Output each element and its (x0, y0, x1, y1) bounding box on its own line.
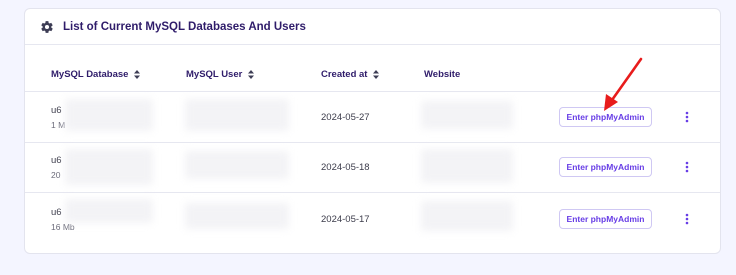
column-header-user-label: MySQL User (186, 69, 243, 80)
created-date: 2024-05-27 (321, 112, 370, 123)
sort-icon[interactable] (373, 70, 380, 79)
enter-phpmyadmin-button[interactable]: Enter phpMyAdmin (559, 107, 652, 127)
redacted-database-name (65, 99, 153, 131)
table-header: MySQL Database MySQL User Created at Web… (25, 61, 720, 92)
more-options-icon[interactable] (682, 212, 692, 226)
redacted-database-name (65, 149, 153, 185)
card-title: List of Current MySQL Databases And User… (63, 20, 306, 33)
database-size: 16 Mb (51, 222, 75, 232)
column-header-database-label: MySQL Database (51, 69, 129, 80)
redacted-website (421, 101, 513, 129)
redacted-database-name (65, 199, 153, 223)
more-options-icon[interactable] (682, 160, 692, 174)
column-header-created[interactable]: Created at (321, 69, 380, 80)
redacted-user (185, 203, 289, 229)
redacted-website (421, 201, 513, 231)
column-header-created-label: Created at (321, 69, 368, 80)
gear-icon (40, 20, 54, 34)
table-row: u6 16 Mb 2024-05-17 Enter phpMyAdmin (25, 193, 720, 243)
column-header-website: Website (424, 69, 460, 80)
column-header-database[interactable]: MySQL Database (51, 69, 141, 80)
database-name: u6 (51, 207, 62, 218)
redacted-user (185, 99, 289, 131)
redacted-website (421, 149, 513, 183)
database-name: u6 (51, 155, 62, 166)
table-row: u6 20 2024-05-18 Enter phpMyAdmin (25, 143, 720, 193)
column-header-website-label: Website (424, 69, 461, 80)
database-size: 1 M (51, 120, 66, 130)
created-date: 2024-05-18 (321, 162, 370, 173)
sort-icon[interactable] (248, 70, 255, 79)
databases-card: List of Current MySQL Databases And User… (24, 8, 721, 254)
database-size: 20 (51, 170, 61, 180)
enter-phpmyadmin-button[interactable]: Enter phpMyAdmin (559, 157, 652, 177)
card-header: List of Current MySQL Databases And User… (25, 9, 720, 45)
database-name: u6 (51, 105, 62, 116)
more-options-icon[interactable] (682, 110, 692, 124)
sort-icon[interactable] (134, 70, 141, 79)
enter-phpmyadmin-button[interactable]: Enter phpMyAdmin (559, 209, 652, 229)
table-row: u6 1 M 2024-05-27 Enter phpMyAdmin (25, 93, 720, 143)
created-date: 2024-05-17 (321, 214, 370, 225)
redacted-user (185, 151, 289, 179)
column-header-user[interactable]: MySQL User (186, 69, 255, 80)
